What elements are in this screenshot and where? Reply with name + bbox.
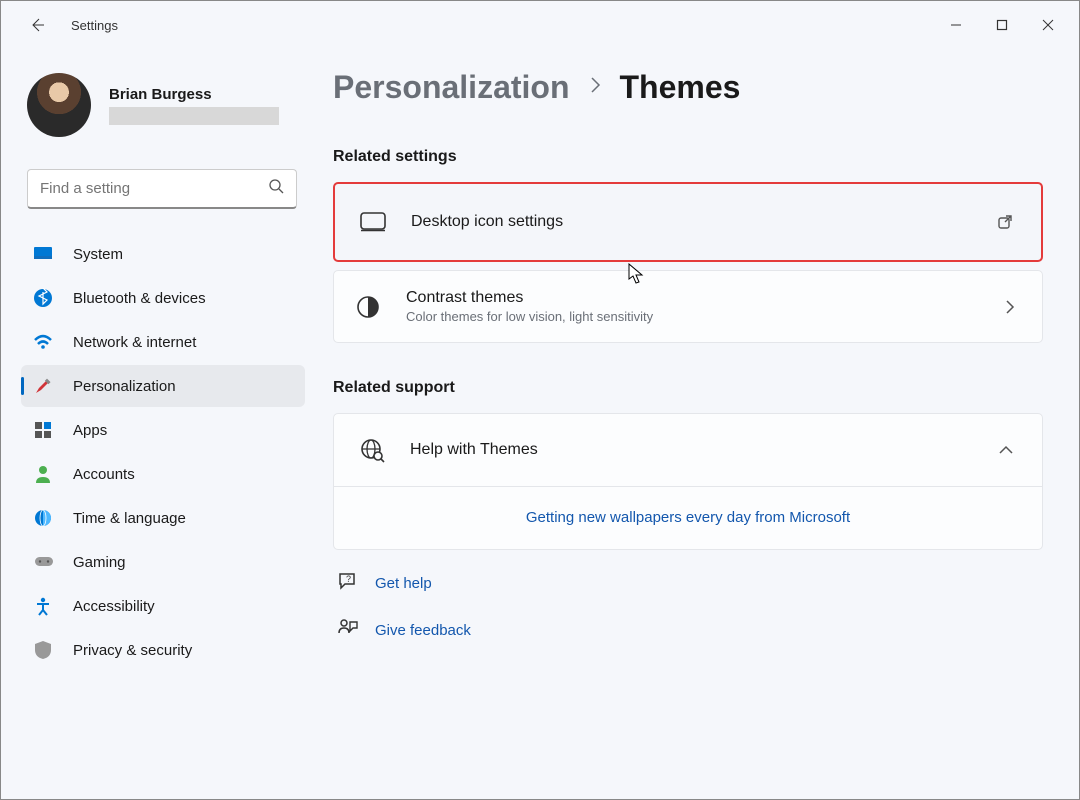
search-input[interactable] (40, 180, 268, 197)
accessibility-icon (33, 596, 53, 616)
window-title: Settings (71, 18, 118, 33)
nav-label: Network & internet (73, 334, 196, 351)
wallpapers-link-row: Getting new wallpapers every day from Mi… (334, 486, 1042, 549)
chevron-up-icon (994, 438, 1018, 462)
nav-label: Bluetooth & devices (73, 290, 206, 307)
window-controls (933, 9, 1071, 41)
maximize-button[interactable] (979, 9, 1025, 41)
nav-item-bluetooth[interactable]: Bluetooth & devices (21, 277, 305, 319)
search-box[interactable] (27, 169, 297, 209)
give-feedback-link[interactable]: Give feedback (375, 622, 471, 639)
card-title: Desktop icon settings (411, 213, 969, 231)
apps-icon (33, 420, 53, 440)
desktop-icon (359, 208, 387, 236)
minimize-button[interactable] (933, 9, 979, 41)
gamepad-icon (33, 552, 53, 572)
breadcrumb: Personalization Themes (333, 69, 1043, 106)
nav-item-time[interactable]: Time & language (21, 497, 305, 539)
nav-label: Gaming (73, 554, 126, 571)
get-help-link[interactable]: Get help (375, 575, 432, 592)
wifi-icon (33, 332, 53, 352)
titlebar: Settings (1, 1, 1079, 49)
card-desktop-icon-settings[interactable]: Desktop icon settings (333, 182, 1043, 262)
search-icon (268, 178, 284, 199)
shield-icon (33, 640, 53, 660)
system-icon (33, 244, 53, 264)
section-related-settings: Related settings (333, 148, 1043, 166)
profile-email-redacted (109, 107, 279, 125)
nav-label: Apps (73, 422, 107, 439)
person-icon (33, 464, 53, 484)
globe-search-icon (358, 436, 386, 464)
profile-block[interactable]: Brian Burgess (21, 65, 305, 157)
main-pane: Personalization Themes Related settings … (313, 49, 1079, 799)
sidebar: Brian Burgess System Bluetooth & devices… (1, 49, 313, 799)
breadcrumb-parent[interactable]: Personalization (333, 69, 570, 106)
card-title: Help with Themes (410, 441, 970, 459)
help-with-themes-toggle[interactable]: Help with Themes (334, 414, 1042, 486)
section-related-support: Related support (333, 379, 1043, 397)
nav-item-gaming[interactable]: Gaming (21, 541, 305, 583)
card-subtitle: Color themes for low vision, light sensi… (406, 309, 974, 324)
close-button[interactable] (1025, 9, 1071, 41)
nav-label: Personalization (73, 378, 176, 395)
bluetooth-icon (33, 288, 53, 308)
card-title: Contrast themes (406, 289, 974, 307)
nav-label: Privacy & security (73, 642, 192, 659)
nav-label: Accounts (73, 466, 135, 483)
breadcrumb-current: Themes (620, 69, 741, 106)
nav-label: Time & language (73, 510, 186, 527)
nav-item-privacy[interactable]: Privacy & security (21, 629, 305, 671)
feedback-row: Give feedback (337, 617, 1043, 644)
card-contrast-themes[interactable]: Contrast themes Color themes for low vis… (333, 270, 1043, 343)
clock-globe-icon (33, 508, 53, 528)
svg-text:?: ? (346, 574, 351, 584)
avatar (27, 73, 91, 137)
nav-item-personalization[interactable]: Personalization (21, 365, 305, 407)
paintbrush-icon (33, 376, 53, 396)
nav-item-apps[interactable]: Apps (21, 409, 305, 451)
get-help-row: ? Get help (337, 570, 1043, 597)
chevron-right-icon (998, 295, 1022, 319)
external-link-icon (993, 210, 1017, 234)
nav-list: System Bluetooth & devices Network & int… (21, 233, 305, 671)
nav-item-accessibility[interactable]: Accessibility (21, 585, 305, 627)
wallpapers-link[interactable]: Getting new wallpapers every day from Mi… (526, 509, 850, 526)
nav-item-system[interactable]: System (21, 233, 305, 275)
chevron-right-icon (588, 75, 602, 101)
nav-item-accounts[interactable]: Accounts (21, 453, 305, 495)
profile-name: Brian Burgess (109, 86, 299, 103)
card-help-with-themes: Help with Themes Getting new wallpapers … (333, 413, 1043, 550)
nav-label: Accessibility (73, 598, 155, 615)
feedback-icon (337, 617, 359, 644)
nav-label: System (73, 246, 123, 263)
contrast-icon (354, 293, 382, 321)
nav-item-network[interactable]: Network & internet (21, 321, 305, 363)
back-button[interactable] (21, 9, 53, 41)
help-chat-icon: ? (337, 570, 359, 597)
